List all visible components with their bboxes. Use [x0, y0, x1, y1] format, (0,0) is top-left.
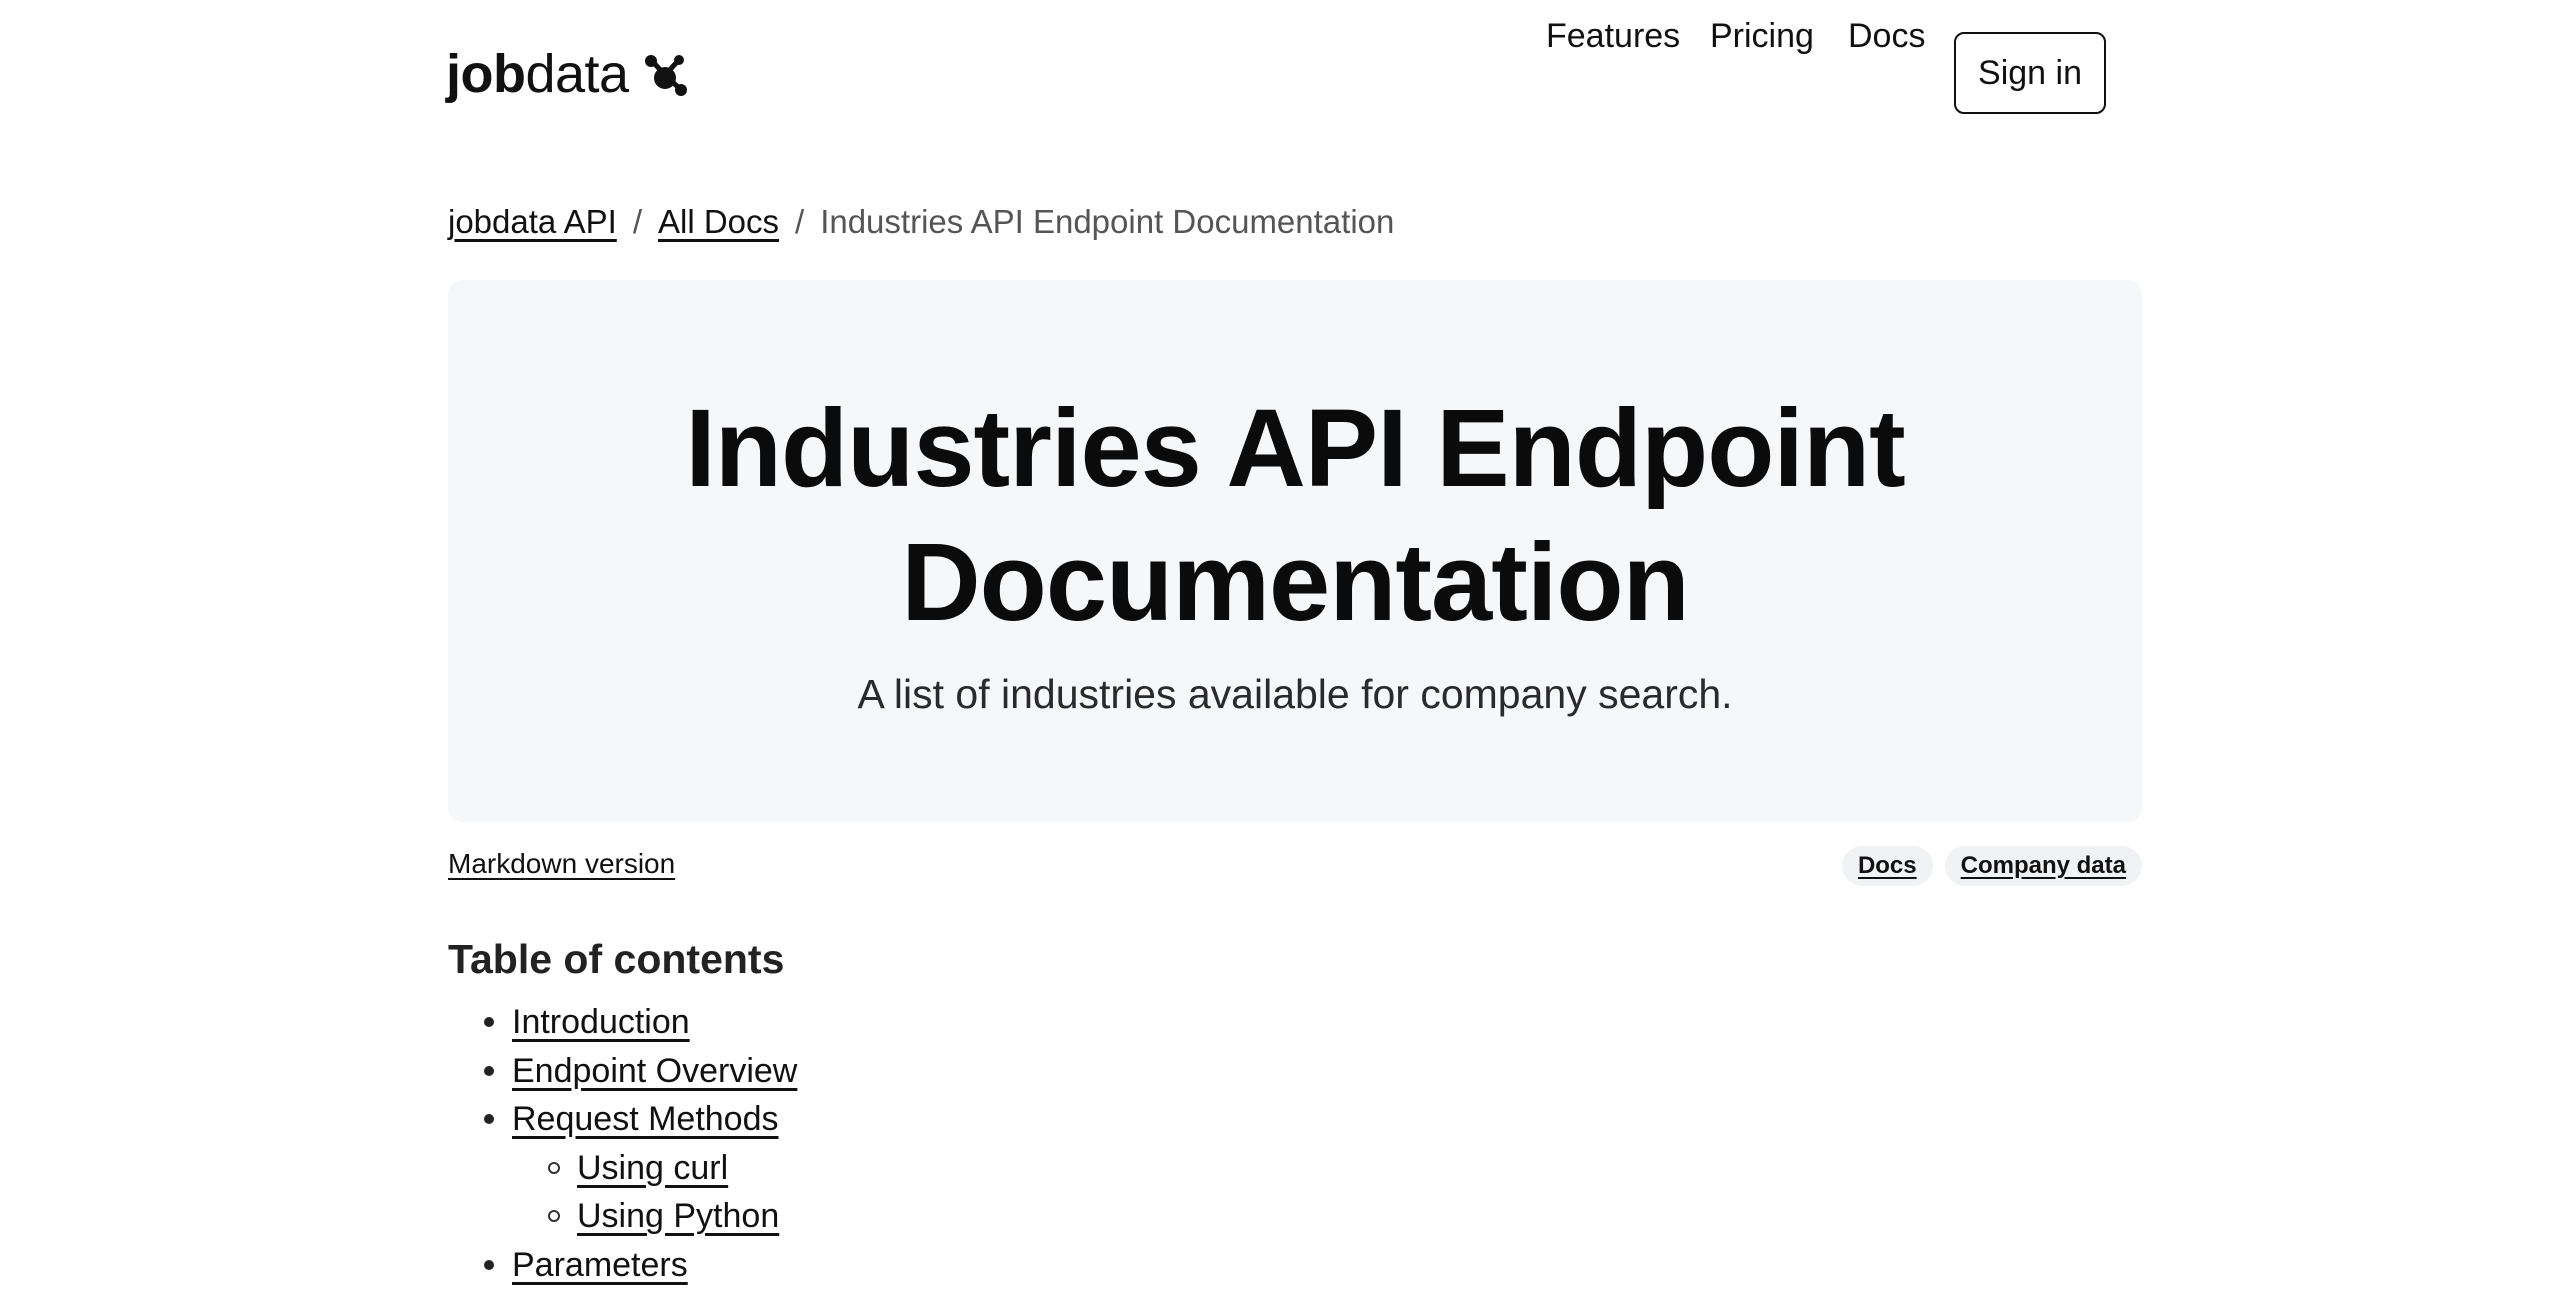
toc-subitem: Using curl [448, 1144, 797, 1193]
tag-company-data[interactable]: Company data [1945, 846, 2142, 886]
logo[interactable]: jobdata [446, 38, 689, 110]
toc-link-using-python[interactable]: Using Python [577, 1197, 779, 1235]
nav-docs-link[interactable]: Docs [1848, 12, 1925, 60]
breadcrumb-current: Industries API Endpoint Documentation [820, 203, 1394, 240]
toc-subitem: Using Python [448, 1192, 797, 1241]
page-subtitle: A list of industries available for compa… [448, 664, 2142, 724]
toc-item: Introduction [448, 998, 797, 1047]
hollow-bullet-icon [548, 1162, 560, 1174]
page-title: Industries API Endpoint Documentation [448, 382, 2142, 650]
nav-features-link[interactable]: Features [1546, 12, 1680, 60]
bullet-icon [484, 1017, 494, 1027]
tag-list: Docs Company data [1842, 846, 2142, 886]
tag-docs[interactable]: Docs [1842, 846, 1933, 886]
breadcrumb-link-api[interactable]: jobdata API [448, 203, 617, 240]
bullet-icon [484, 1114, 494, 1124]
hollow-bullet-icon [548, 1210, 560, 1222]
toc-item: Parameters [448, 1241, 797, 1289]
page-title-line-1: Industries API Endpoint [685, 387, 1905, 510]
toc-link-using-curl[interactable]: Using curl [577, 1149, 728, 1187]
bullet-icon [484, 1066, 494, 1076]
logo-wordmark: jobdata [446, 38, 629, 110]
toc-item: Request Methods [448, 1095, 797, 1144]
breadcrumb-separator: / [795, 203, 804, 240]
toc-list: Introduction Endpoint Overview Request M… [448, 998, 797, 1289]
page-title-line-2: Documentation [901, 521, 1689, 644]
breadcrumb: jobdata API / All Docs / Industries API Endp… [448, 196, 1394, 248]
toc-link-request-methods[interactable]: Request Methods [512, 1100, 779, 1138]
toc-heading: Table of contents [448, 930, 784, 988]
breadcrumb-separator: / [633, 203, 642, 240]
sign-in-button[interactable]: Sign in [1954, 32, 2106, 114]
toc-link-parameters[interactable]: Parameters [512, 1246, 688, 1284]
molecule-icon [641, 51, 689, 99]
bullet-icon [484, 1260, 494, 1270]
toc-link-introduction[interactable]: Introduction [512, 1003, 690, 1041]
nav-pricing-link[interactable]: Pricing [1710, 12, 1814, 60]
page: jobdata Features Pricing Docs Sign in jo… [0, 0, 2560, 1280]
breadcrumb-link-all-docs[interactable]: All Docs [658, 203, 779, 240]
toc-item: Endpoint Overview [448, 1047, 797, 1096]
hero-banner: Industries API Endpoint Documentation A … [448, 280, 2142, 822]
toc-link-endpoint-overview[interactable]: Endpoint Overview [512, 1052, 797, 1090]
markdown-version-link[interactable]: Markdown version [448, 842, 675, 886]
